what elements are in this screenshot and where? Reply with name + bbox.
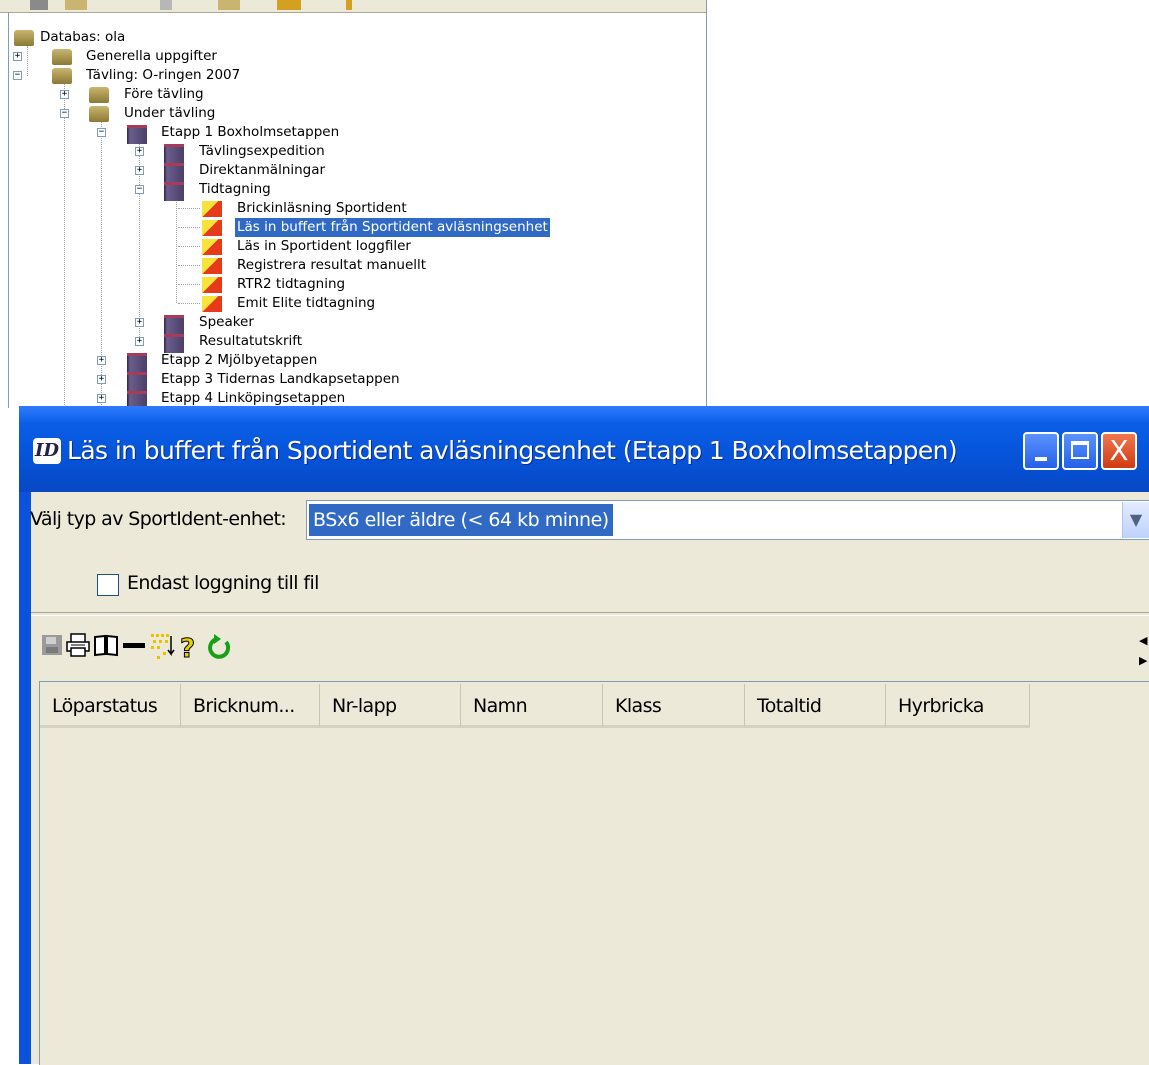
collapse-toggle[interactable]: − [135, 185, 144, 194]
unit-type-select[interactable]: BSx6 eller äldre (< 64 kb minne) ▼ [306, 500, 1149, 540]
module-icon [202, 220, 222, 236]
column-header-klass[interactable]: Klass [603, 684, 745, 728]
buffer-dialog: ID Läs in buffert från Sportident avläsn… [19, 406, 1149, 1065]
save-disabled-icon[interactable] [41, 632, 63, 664]
module-icon [202, 277, 222, 293]
tree-node-label: Generella uppgifter [86, 48, 217, 64]
toolbar-icon-partial[interactable] [277, 0, 301, 10]
database-icon [52, 68, 72, 84]
tree-node-label-selected: Läs in buffert från Sportident avläsning… [235, 218, 550, 237]
collapse-toggle[interactable]: − [60, 109, 69, 118]
scroll-right-icon[interactable]: ▶ [1139, 654, 1147, 667]
folder-icon [164, 144, 184, 163]
module-icon [202, 239, 222, 255]
expand-toggle[interactable]: + [135, 166, 144, 175]
dialog-titlebar[interactable]: ID Läs in buffert från Sportident avläsn… [19, 406, 1149, 492]
stack-icon [89, 106, 109, 122]
tree-node-label: Läs in Sportident loggfiler [237, 238, 411, 254]
expand-toggle[interactable]: + [135, 337, 144, 346]
tree-node-label: Under tävling [124, 105, 216, 121]
module-icon [202, 258, 222, 274]
tree-node-label: Etapp 1 Boxholmsetappen [161, 124, 340, 140]
log-only-checkbox[interactable] [97, 574, 119, 596]
dialog-client: Välj typ av SportIdent-enhet: BSx6 eller… [30, 492, 1149, 1065]
tree-node-label: Före tävling [124, 86, 204, 102]
database-icon [14, 30, 34, 46]
column-header-bricknummer[interactable]: Bricknum... [181, 684, 320, 728]
folder-icon [164, 182, 184, 201]
column-header-namn[interactable]: Namn [461, 684, 603, 728]
chevron-down-icon[interactable]: ▼ [1122, 502, 1149, 538]
maximize-button[interactable] [1062, 432, 1098, 470]
dialog-title: Läs in buffert från Sportident avläsning… [67, 436, 958, 465]
column-header-hyrbricka[interactable]: Hyrbricka [886, 684, 1030, 728]
separator [31, 612, 1149, 616]
tree-node-label: Tävlingsexpedition [199, 143, 325, 159]
refresh-icon[interactable] [205, 632, 233, 664]
tree-node-label: Speaker [199, 314, 254, 330]
expand-toggle[interactable]: + [13, 52, 22, 61]
column-header-nr-lapp[interactable]: Nr-lapp [320, 684, 461, 728]
toolbar-icon-partial[interactable] [218, 0, 240, 10]
log-only-label[interactable]: Endast loggning till fil [127, 572, 319, 594]
sort-icon[interactable] [149, 632, 175, 664]
expand-toggle[interactable]: + [135, 147, 144, 156]
unit-type-value: BSx6 eller äldre (< 64 kb minne) [309, 504, 613, 536]
app-icon: ID [33, 438, 61, 464]
tree-node-label: Tidtagning [199, 181, 271, 197]
module-icon [202, 296, 222, 312]
tree-node-label: Etapp 2 Mjölbyetappen [161, 352, 318, 368]
close-button[interactable] [1101, 432, 1137, 470]
database-icon [52, 49, 72, 65]
results-grid[interactable]: Löparstatus Bricknum... Nr-lapp Namn Kla… [39, 681, 1149, 1065]
column-header-totaltid[interactable]: Totaltid [745, 684, 886, 728]
collapse-toggle[interactable]: − [13, 71, 22, 80]
tree-node-label: Direktanmälningar [199, 162, 326, 178]
expand-toggle[interactable]: + [135, 318, 144, 327]
scroll-left-icon[interactable]: ◀ [1139, 634, 1147, 647]
toolbar-icon-partial[interactable] [65, 0, 87, 10]
toolbar-icon-partial[interactable] [30, 0, 48, 10]
expand-toggle[interactable]: + [60, 90, 69, 99]
tree-toolbar-strip [0, 0, 707, 13]
tree-node-label: Registrera resultat manuellt [237, 257, 427, 273]
folder-icon [164, 163, 184, 182]
book-icon[interactable] [93, 632, 119, 664]
tree-node-label: Etapp 3 Tidernas Landkapsetappen [161, 371, 400, 387]
tree-node-label: Databas: ola [40, 29, 126, 45]
folder-icon [127, 125, 147, 144]
tree-node-label: Emit Elite tidtagning [237, 295, 376, 311]
tree-node-label: Brickinläsning Sportident [237, 200, 407, 216]
print-icon[interactable] [65, 632, 91, 664]
column-header-loparstatus[interactable]: Löparstatus [40, 684, 181, 728]
folder-icon [127, 353, 147, 372]
stack-icon [89, 87, 109, 103]
toolbar-icon-partial[interactable] [346, 0, 352, 10]
tree-panel: Databas: ola + Generella uppgifter − Täv… [0, 0, 707, 408]
tree-node-label: Resultatutskrift [199, 333, 303, 349]
tree-node-label: RTR2 tidtagning [237, 276, 346, 292]
expand-toggle[interactable]: + [97, 375, 106, 384]
unit-type-label: Välj typ av SportIdent-enhet: [30, 508, 287, 530]
folder-icon [164, 315, 184, 334]
folder-icon [127, 372, 147, 391]
help-icon[interactable]: ? [177, 632, 201, 665]
toolbar-icon-partial[interactable] [160, 0, 172, 10]
expand-toggle[interactable]: + [97, 356, 106, 365]
minus-icon[interactable] [121, 632, 147, 664]
svg-text:?: ? [180, 634, 195, 662]
collapse-toggle[interactable]: − [97, 128, 106, 137]
module-icon [202, 201, 222, 217]
tree-node-label: Tävling: O-ringen 2007 [86, 67, 241, 83]
minimize-button[interactable] [1023, 432, 1059, 470]
expand-toggle[interactable]: + [97, 394, 106, 403]
